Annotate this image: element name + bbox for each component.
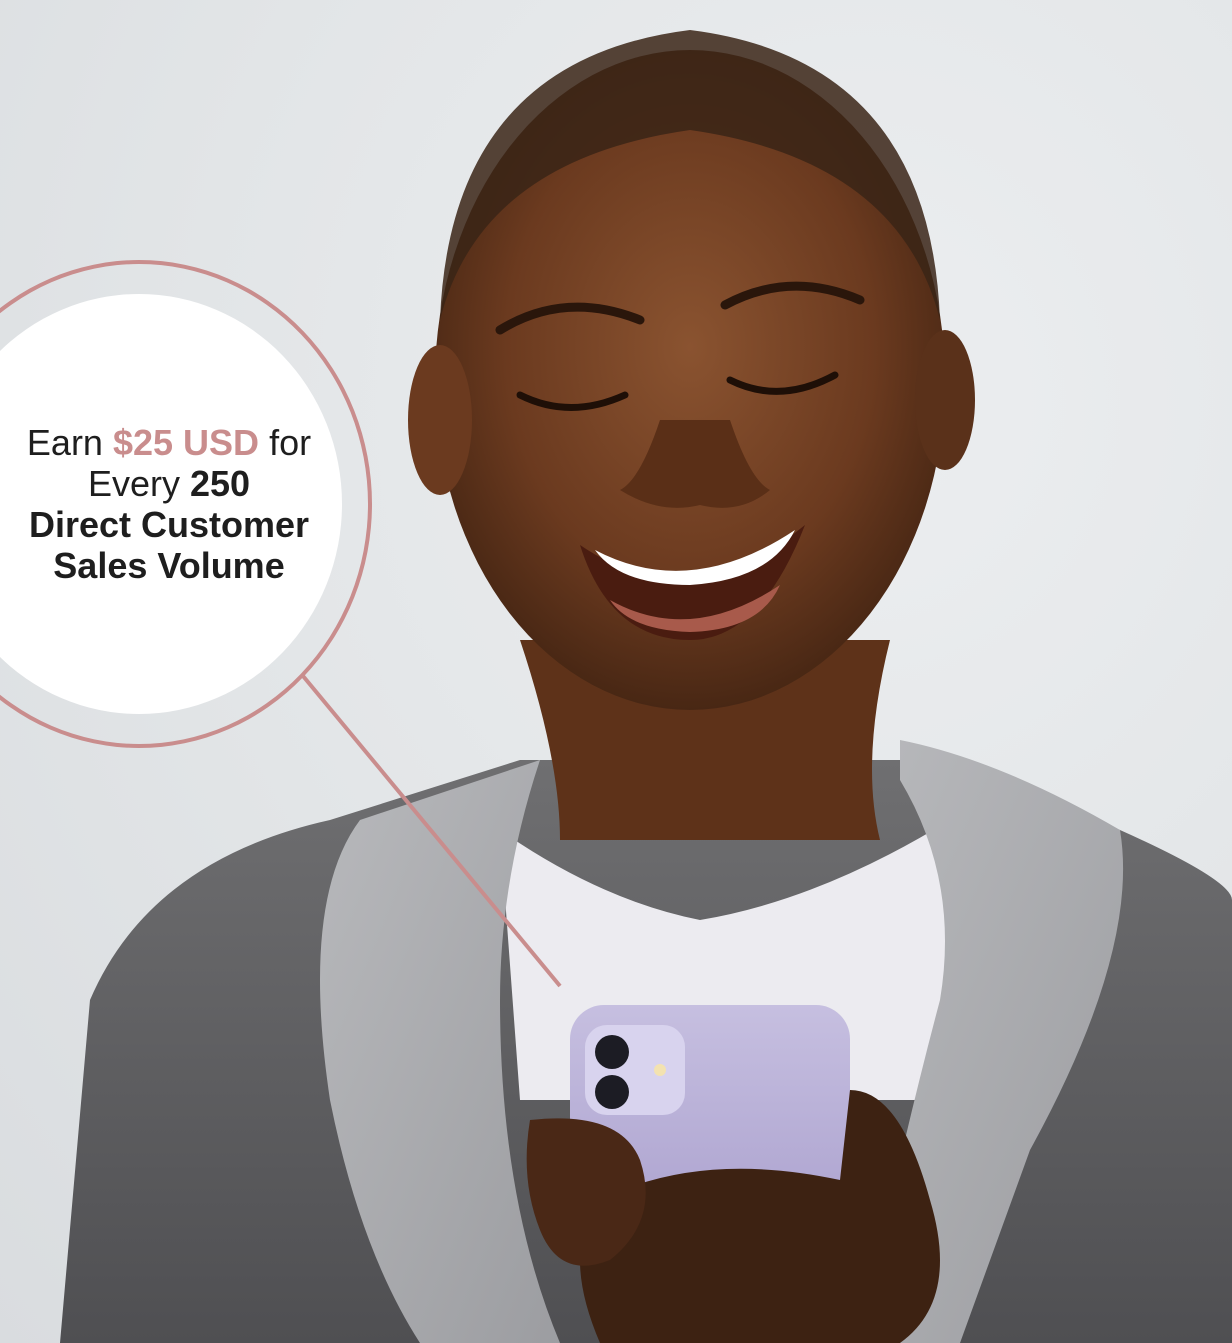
promo-line-2: Every 250 <box>9 463 329 504</box>
every-label: Every <box>87 463 180 504</box>
promo-callout-body: Earn $25 USD for Every 250 Direct Custom… <box>0 294 342 714</box>
promo-text: Earn $25 USD for Every 250 Direct Custom… <box>9 422 329 586</box>
promo-line-4: Sales Volume <box>53 545 285 586</box>
for-label: for <box>269 422 312 463</box>
reward-amount: $25 USD <box>112 422 260 463</box>
earn-label: Earn <box>26 422 103 463</box>
promo-line-3: Direct Customer <box>28 504 310 545</box>
volume-number: 250 <box>189 463 251 504</box>
promo-line-1: Earn $25 USD for <box>9 422 329 463</box>
hero-scene: Earn $25 USD for Every 250 Direct Custom… <box>0 0 1232 1343</box>
